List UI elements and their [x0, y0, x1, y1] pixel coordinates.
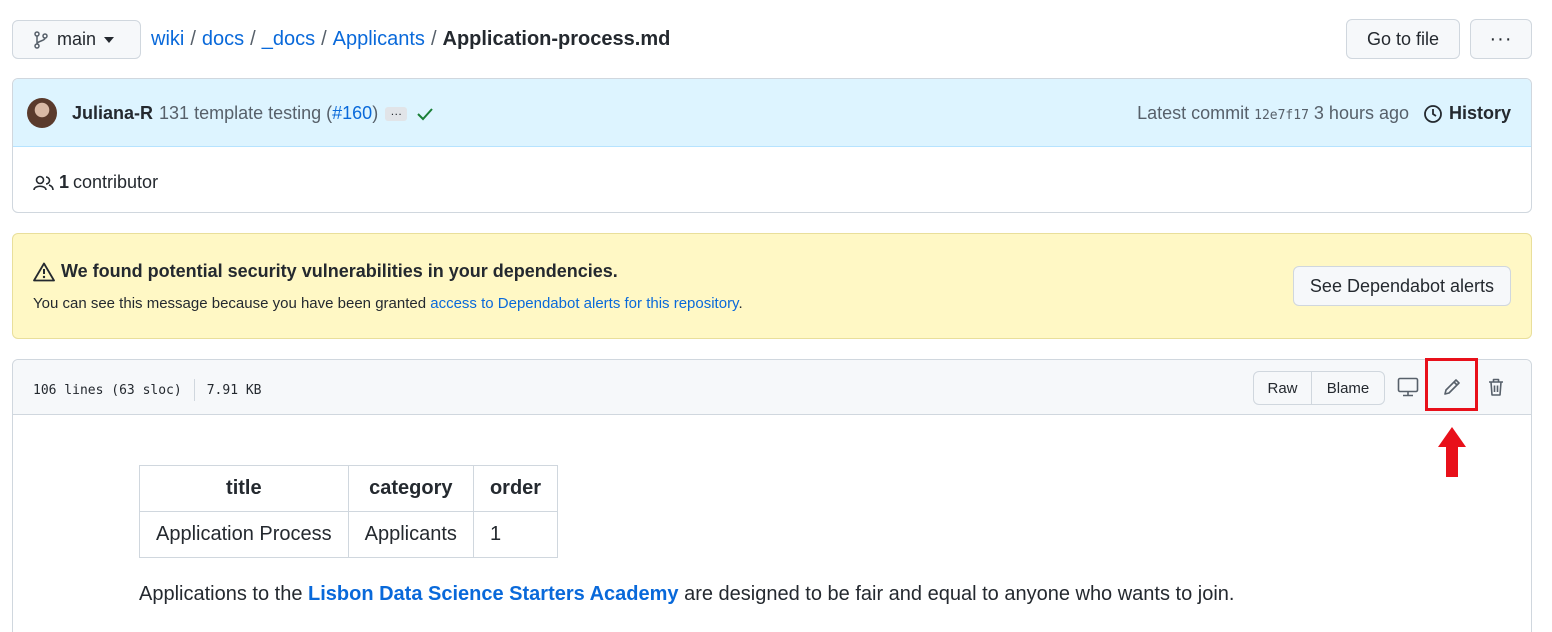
commit-time: 3 hours ago — [1313, 103, 1409, 123]
raw-button[interactable]: Raw — [1254, 372, 1312, 404]
breadcrumb-filename: Application-process.md — [442, 28, 671, 50]
latest-commit-box: Juliana-R 131 template testing ( #160 ) … — [12, 78, 1532, 213]
raw-blame-group: Raw Blame — [1253, 371, 1385, 405]
dependabot-access-link[interactable]: access to Dependabot alerts for this rep… — [430, 295, 738, 312]
breadcrumb: wiki / docs / _docs / Applicants / Appli… — [151, 28, 670, 51]
table-cell-order: 1 — [472, 511, 559, 558]
table-row: Application Process Applicants 1 — [139, 511, 559, 558]
breadcrumb-separator: / — [190, 28, 196, 50]
commit-meta: Latest commit 12e7f17 3 hours ago — [1137, 103, 1409, 124]
history-icon — [1424, 104, 1442, 123]
trash-icon[interactable] — [1483, 374, 1509, 400]
table-header-order: order — [472, 465, 559, 512]
pencil-icon[interactable] — [1439, 374, 1465, 400]
breadcrumb-docs[interactable]: docs — [202, 28, 244, 51]
dependabot-message-text: You can see this message because you hav… — [33, 295, 431, 312]
dependabot-title-text: We found potential security vulnerabilit… — [61, 261, 618, 281]
file-lines: 106 lines (63 sloc) — [33, 382, 182, 398]
branch-label: main — [57, 29, 97, 49]
table-cell-title: Application Process — [139, 511, 349, 558]
breadcrumb-separator: / — [250, 28, 256, 50]
history-label: History — [1448, 103, 1511, 123]
table-cell-category: Applicants — [347, 511, 474, 558]
divider — [193, 379, 195, 401]
history-link[interactable]: History — [1423, 103, 1511, 124]
intro-text-end: are designed to be fair and equal to any… — [678, 583, 1235, 605]
go-to-file-button[interactable]: Go to file — [1346, 19, 1460, 59]
caret-down-icon — [104, 36, 115, 43]
see-dependabot-alerts-button[interactable]: See Dependabot alerts — [1293, 266, 1511, 306]
alert-icon — [33, 262, 55, 281]
contributor-label: contributor — [73, 172, 159, 192]
avatar[interactable] — [27, 98, 57, 128]
intro-text-start: Applications to the — [139, 583, 308, 605]
file-header: 106 lines (63 sloc) 7.91 KB Raw Blame — [13, 358, 1531, 415]
latest-commit-label: Latest commit — [1137, 103, 1250, 123]
branch-select-button[interactable]: main — [12, 20, 141, 59]
commit-sha-link[interactable]: 12e7f17 — [1254, 108, 1309, 123]
breadcrumb-repo[interactable]: wiki — [151, 28, 184, 51]
contributors-link[interactable]: 1 contributor — [33, 172, 158, 193]
breadcrumb-_docs[interactable]: _docs — [262, 28, 315, 51]
table-header-row: title category order — [139, 465, 559, 512]
contributor-count: 1 — [59, 172, 70, 192]
dependabot-alert-banner: We found potential security vulnerabilit… — [12, 233, 1532, 339]
expand-commit-button[interactable]: … — [385, 105, 408, 121]
breadcrumb-separator: / — [430, 28, 437, 50]
dependabot-message-end: . — [738, 295, 743, 312]
academy-link[interactable]: Lisbon Data Science Starters Academy — [308, 583, 679, 605]
file-info: 106 lines (63 sloc) 7.91 KB — [33, 379, 262, 401]
breadcrumb-separator: / — [321, 28, 327, 50]
more-options-button[interactable]: ··· — [1470, 19, 1532, 59]
commit-message[interactable]: 131 template testing ( — [159, 103, 332, 124]
table-header-title: title — [139, 465, 349, 512]
blame-button[interactable]: Blame — [1312, 372, 1384, 404]
arrow-up-icon — [1438, 427, 1466, 477]
dependabot-message: You can see this message because you hav… — [33, 295, 743, 312]
table-header-category: category — [347, 465, 474, 512]
commit-pr-link[interactable]: #160 — [332, 103, 372, 124]
people-icon — [33, 175, 54, 190]
frontmatter-table: title category order Application Process… — [139, 465, 559, 558]
commit-author-link[interactable]: Juliana-R — [72, 103, 153, 124]
display-desktop-icon[interactable] — [1395, 374, 1421, 400]
intro-paragraph: Applications to the Lisbon Data Science … — [139, 583, 1234, 606]
git-branch-icon — [34, 30, 48, 49]
commit-summary: Juliana-R 131 template testing ( #160 ) … — [72, 103, 433, 124]
check-icon[interactable] — [417, 107, 433, 121]
commit-message-end: ) — [372, 103, 379, 123]
file-size: 7.91 KB — [206, 382, 262, 398]
commit-header: Juliana-R 131 template testing ( #160 ) … — [13, 79, 1531, 147]
breadcrumb-applicants[interactable]: Applicants — [333, 28, 425, 51]
dependabot-title: We found potential security vulnerabilit… — [33, 261, 618, 282]
